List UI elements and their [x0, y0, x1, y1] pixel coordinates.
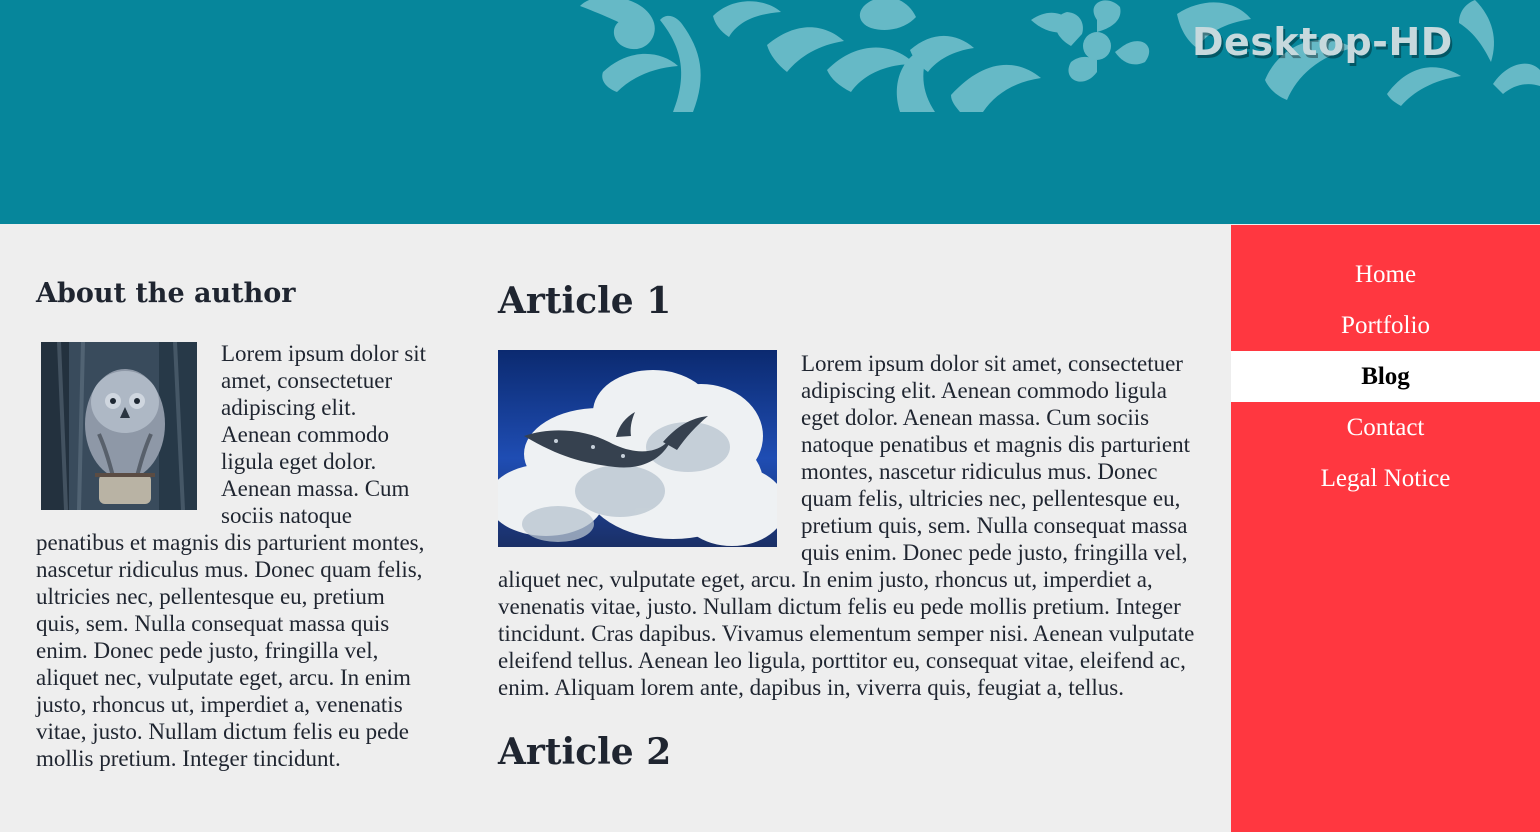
about-author-title: About the author: [36, 278, 296, 309]
main-content: Article 1 Lorem ipsum dolor sit amet, co…: [498, 280, 1198, 773]
about-author-section: About the author Lorem ipsum dolor sit a…: [36, 278, 428, 772]
side-navigation: Home Portfolio Blog Contact Legal Notice: [1231, 225, 1540, 832]
nav-item-contact[interactable]: Contact: [1231, 402, 1540, 453]
nav-item-home[interactable]: Home: [1231, 249, 1540, 300]
nav-item-legal-notice[interactable]: Legal Notice: [1231, 453, 1540, 504]
nav-item-portfolio[interactable]: Portfolio: [1231, 300, 1540, 351]
brand-title: Desktop-HD: [1192, 20, 1453, 64]
article-body: Lorem ipsum dolor sit amet, consectetuer…: [498, 350, 1198, 701]
about-author-body: Lorem ipsum dolor sit amet, consectetuer…: [36, 340, 428, 772]
article-card: Article 1 Lorem ipsum dolor sit amet, co…: [498, 280, 1198, 701]
owl-photo: [41, 342, 197, 510]
nav-item-blog[interactable]: Blog: [1231, 351, 1540, 402]
article-title: Article 2: [498, 731, 672, 773]
article-title: Article 1: [498, 280, 672, 322]
whale-in-clouds-photo: [498, 350, 777, 547]
site-header: Desktop-HD: [0, 0, 1540, 224]
